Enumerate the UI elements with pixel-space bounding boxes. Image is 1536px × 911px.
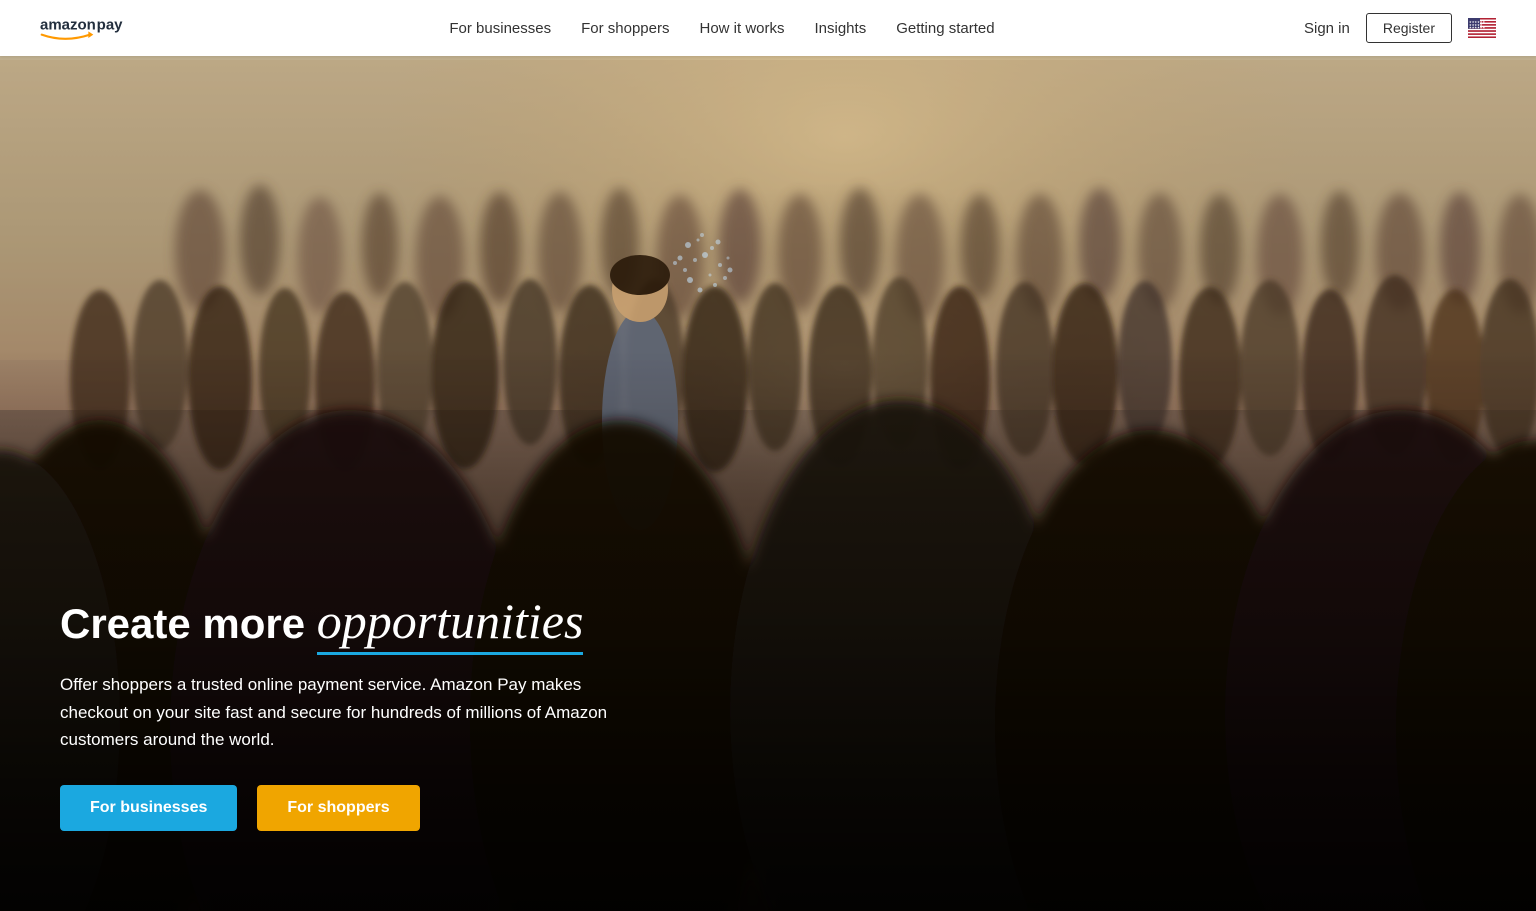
hero-title-script: opportunities	[317, 591, 584, 651]
for-businesses-button[interactable]: For businesses	[60, 785, 237, 831]
navbar: amazon pay For businesses For shoppers H…	[0, 0, 1536, 56]
sign-in-link[interactable]: Sign in	[1304, 20, 1350, 37]
navbar-actions: Sign in Register ★★★★★★ ★★★★★ ★★★★★★	[1304, 13, 1496, 43]
hero-content: Create more opportunities Offer shoppers…	[60, 591, 620, 831]
nav-for-shoppers[interactable]: For shoppers	[581, 20, 669, 37]
svg-text:amazon: amazon	[40, 17, 96, 34]
nav-links: For businesses For shoppers How it works…	[140, 20, 1304, 37]
hero-section: Create more opportunities Offer shoppers…	[0, 0, 1536, 911]
us-flag-icon[interactable]: ★★★★★★ ★★★★★ ★★★★★★	[1468, 18, 1496, 38]
amazon-pay-logo: amazon pay	[40, 8, 140, 48]
hero-buttons: For businesses For shoppers	[60, 785, 620, 831]
nav-how-it-works[interactable]: How it works	[699, 20, 784, 37]
hero-title-static: Create more	[60, 600, 317, 647]
nav-getting-started[interactable]: Getting started	[896, 20, 994, 37]
for-shoppers-button[interactable]: For shoppers	[257, 785, 419, 831]
hero-description: Offer shoppers a trusted online payment …	[60, 671, 620, 753]
logo[interactable]: amazon pay	[40, 8, 140, 48]
hero-title: Create more opportunities	[60, 591, 620, 651]
nav-insights[interactable]: Insights	[815, 20, 867, 37]
nav-for-businesses[interactable]: For businesses	[449, 20, 551, 37]
register-button[interactable]: Register	[1366, 13, 1452, 43]
svg-text:pay: pay	[97, 17, 124, 34]
svg-text:★★★★★★: ★★★★★★	[1469, 26, 1485, 30]
